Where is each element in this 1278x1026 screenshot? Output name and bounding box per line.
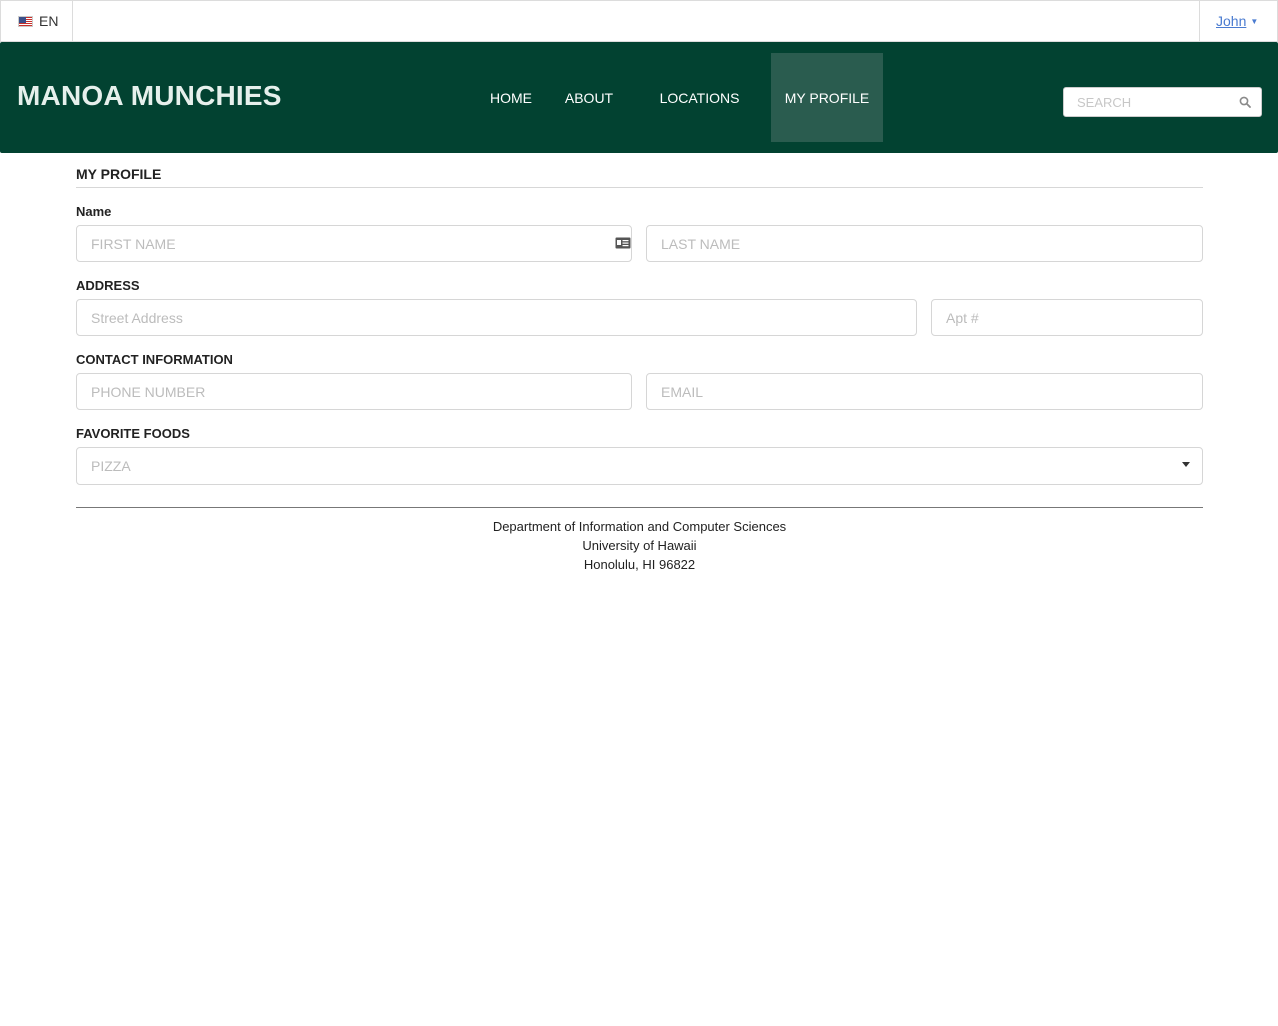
address-label: ADDRESS (76, 278, 140, 293)
last-name-field[interactable] (646, 225, 1203, 262)
language-selector[interactable]: EN (1, 1, 73, 41)
street-address-input[interactable] (77, 300, 916, 335)
nav-locations[interactable]: LOCATIONS (640, 53, 759, 142)
favorite-foods-value: PIZZA (91, 458, 131, 474)
search-icon[interactable] (1239, 96, 1251, 108)
top-utility-bar: EN John ▼ (0, 0, 1278, 42)
page-title: MY PROFILE (76, 166, 162, 182)
search-bar[interactable] (1063, 87, 1262, 117)
language-label: EN (39, 13, 59, 29)
name-label: Name (76, 204, 112, 219)
footer-line-department: Department of Information and Computer S… (492, 519, 787, 534)
phone-input[interactable] (77, 374, 631, 409)
brand-logo[interactable]: MANOA MUNCHIES (17, 80, 282, 112)
first-name-field[interactable] (76, 225, 632, 262)
chevron-down-icon (1182, 462, 1190, 467)
footer: Department of Information and Computer S… (76, 517, 1203, 574)
last-name-input[interactable] (647, 226, 1202, 261)
us-flag-icon (18, 15, 33, 27)
dropdown-caret-icon: ▼ (1250, 16, 1259, 26)
search-input[interactable] (1077, 94, 1237, 110)
favorite-foods-label: FAVORITE FOODS (76, 426, 190, 441)
footer-divider (76, 507, 1203, 508)
user-menu[interactable]: John ▼ (1199, 1, 1277, 41)
first-name-input[interactable] (77, 226, 631, 261)
email-field[interactable] (646, 373, 1203, 410)
nav-home[interactable]: HOME (474, 53, 548, 142)
footer-line-university: University of Hawaii (582, 538, 697, 553)
id-card-icon (615, 237, 631, 249)
nav-my-profile[interactable]: MY PROFILE (771, 53, 883, 142)
phone-field[interactable] (76, 373, 632, 410)
footer-line-city: Honolulu, HI 96822 (583, 557, 696, 572)
email-input[interactable] (647, 374, 1202, 409)
apt-field[interactable] (931, 299, 1203, 336)
title-divider (76, 187, 1203, 188)
contact-label: CONTACT INFORMATION (76, 352, 233, 367)
favorite-foods-select[interactable]: PIZZA (76, 447, 1203, 485)
nav-about[interactable]: ABOUT (548, 53, 630, 142)
apt-input[interactable] (932, 300, 1202, 335)
user-name-link[interactable]: John (1216, 13, 1246, 29)
main-navbar: MANOA MUNCHIES HOME ABOUT LOCATIONS MY P… (0, 42, 1278, 153)
street-address-field[interactable] (76, 299, 917, 336)
